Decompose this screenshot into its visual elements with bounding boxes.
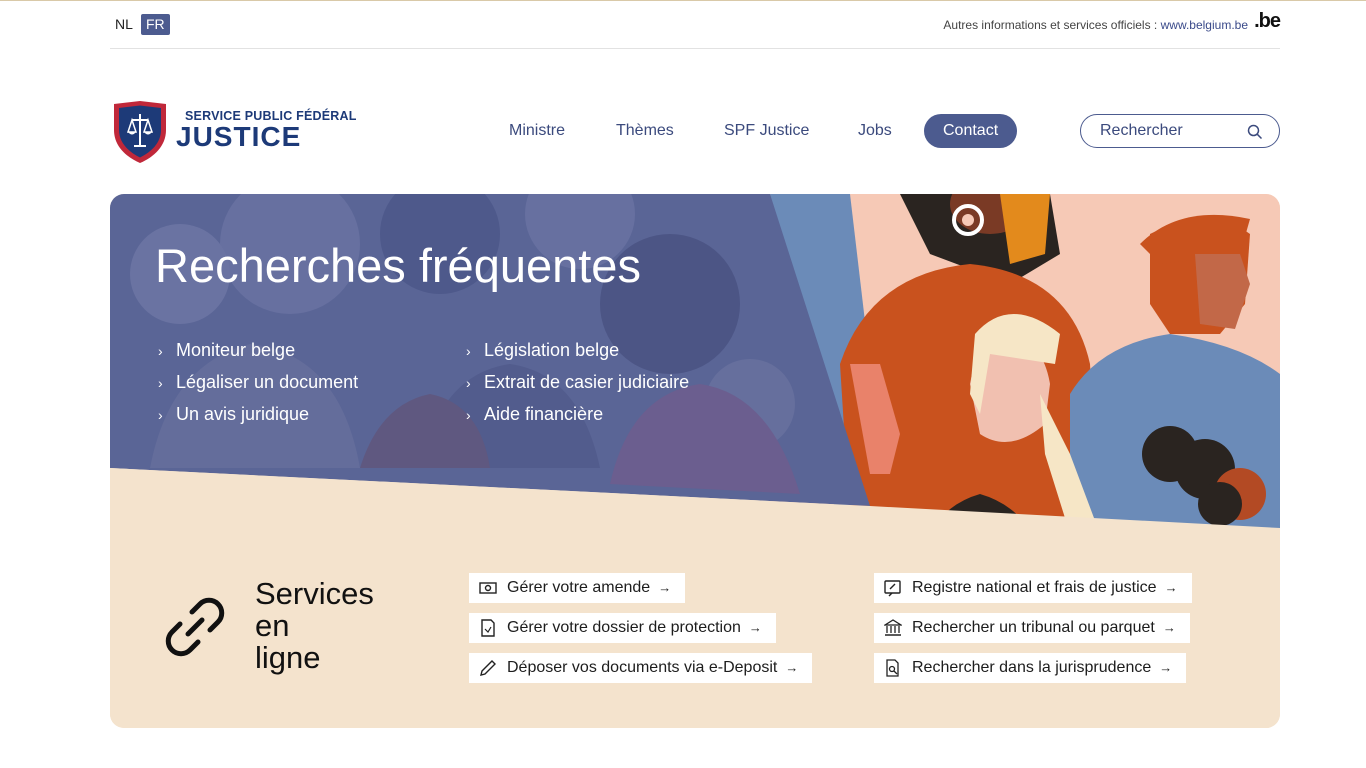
hero-link-legislation-belge[interactable]: › Législation belge: [466, 340, 619, 361]
edit-register-icon: [884, 580, 901, 597]
hero-title: Recherches fréquentes: [155, 239, 641, 292]
be-logo[interactable]: .be: [1254, 10, 1281, 33]
hero-link-label: Législation belge: [484, 340, 620, 360]
hero-link-label: Légaliser un document: [176, 372, 359, 392]
chevron-right-icon: ›: [158, 407, 163, 423]
services-title-line: en: [255, 608, 290, 643]
search-box: [1080, 114, 1280, 148]
chevron-right-icon: ›: [466, 375, 471, 391]
services-title: Services en ligne: [255, 578, 405, 674]
service-label: Gérer votre amende: [507, 579, 651, 596]
money-icon: [479, 582, 497, 594]
language-fr[interactable]: FR: [141, 14, 170, 35]
official-info: Autres informations et services officiel…: [943, 18, 1248, 32]
arrow-right-icon: →: [748, 620, 762, 635]
service-label: Rechercher dans la jurisprudence: [912, 659, 1152, 676]
service-registre-national[interactable]: Registre national et frais de justice →: [874, 573, 1192, 603]
chevron-right-icon: ›: [466, 407, 471, 423]
arrow-right-icon: →: [785, 660, 799, 675]
arrow-right-icon: →: [1159, 660, 1173, 675]
arrow-right-icon: →: [1162, 620, 1176, 635]
chain-link-icon: [165, 597, 225, 657]
nav-jobs[interactable]: Jobs: [858, 114, 892, 148]
pencil-icon: [480, 660, 496, 676]
service-label: Gérer votre dossier de protection: [507, 619, 741, 636]
hero-link-casier-judiciaire[interactable]: › Extrait de casier judiciaire: [466, 372, 689, 393]
service-label: Déposer vos documents via e-Deposit: [507, 659, 778, 676]
courthouse-icon: [884, 619, 902, 636]
chevron-right-icon: ›: [158, 343, 163, 359]
hero-link-avis-juridique[interactable]: › Un avis juridique: [158, 404, 309, 425]
service-dossier-protection[interactable]: Gérer votre dossier de protection →: [469, 613, 776, 643]
nav-contact-button[interactable]: Contact: [924, 114, 1018, 148]
service-rechercher-tribunal[interactable]: Rechercher un tribunal ou parquet →: [874, 613, 1190, 643]
hero-link-legaliser-document[interactable]: › Légaliser un document: [158, 372, 358, 393]
search-document-icon: [886, 659, 899, 677]
search-input[interactable]: [1100, 121, 1240, 141]
logo-line-2: JUSTICE: [176, 121, 302, 152]
arrow-right-icon: →: [658, 580, 672, 595]
top-bar: NL FR Autres informations et services of…: [110, 0, 1281, 49]
search-icon[interactable]: [1247, 124, 1263, 140]
hero-link-label: Aide financière: [484, 404, 604, 424]
services-title-line: Services: [255, 576, 374, 611]
chevron-right-icon: ›: [158, 375, 163, 391]
service-label: Rechercher un tribunal ou parquet: [912, 619, 1155, 636]
hero-link-moniteur-belge[interactable]: › Moniteur belge: [158, 340, 295, 361]
hero-link-aide-financiere[interactable]: › Aide financière: [466, 404, 603, 425]
shield-logo-icon: [114, 101, 166, 163]
service-e-deposit[interactable]: Déposer vos documents via e-Deposit →: [469, 653, 813, 683]
service-label: Registre national et frais de justice: [912, 579, 1157, 596]
belgium-link[interactable]: www.belgium.be: [1161, 18, 1248, 32]
chevron-right-icon: ›: [466, 343, 471, 359]
nav-ministre[interactable]: Ministre: [509, 114, 565, 148]
services-title-line: ligne: [255, 640, 321, 675]
nav-themes[interactable]: Thèmes: [616, 114, 674, 148]
nav-spf-justice[interactable]: SPF Justice: [724, 114, 809, 148]
hero-banner: Recherches fréquentes › Moniteur belge › L…: [110, 194, 1280, 728]
service-jurisprudence[interactable]: Rechercher dans la jurisprudence →: [874, 653, 1187, 683]
document-icon: [481, 619, 495, 637]
spf-justice-logo[interactable]: SERVICE PUBLIC FÉDÉRAL JUSTICE: [110, 100, 360, 164]
hero-link-label: Moniteur belge: [176, 340, 296, 360]
official-text: Autres informations et services officiel…: [943, 18, 1158, 32]
hero-link-label: Extrait de casier judiciaire: [484, 372, 690, 392]
hero-link-label: Un avis juridique: [176, 404, 310, 424]
service-gerer-amende[interactable]: Gérer votre amende →: [469, 573, 686, 603]
language-nl[interactable]: NL: [110, 14, 138, 35]
arrow-right-icon: →: [1164, 580, 1178, 595]
